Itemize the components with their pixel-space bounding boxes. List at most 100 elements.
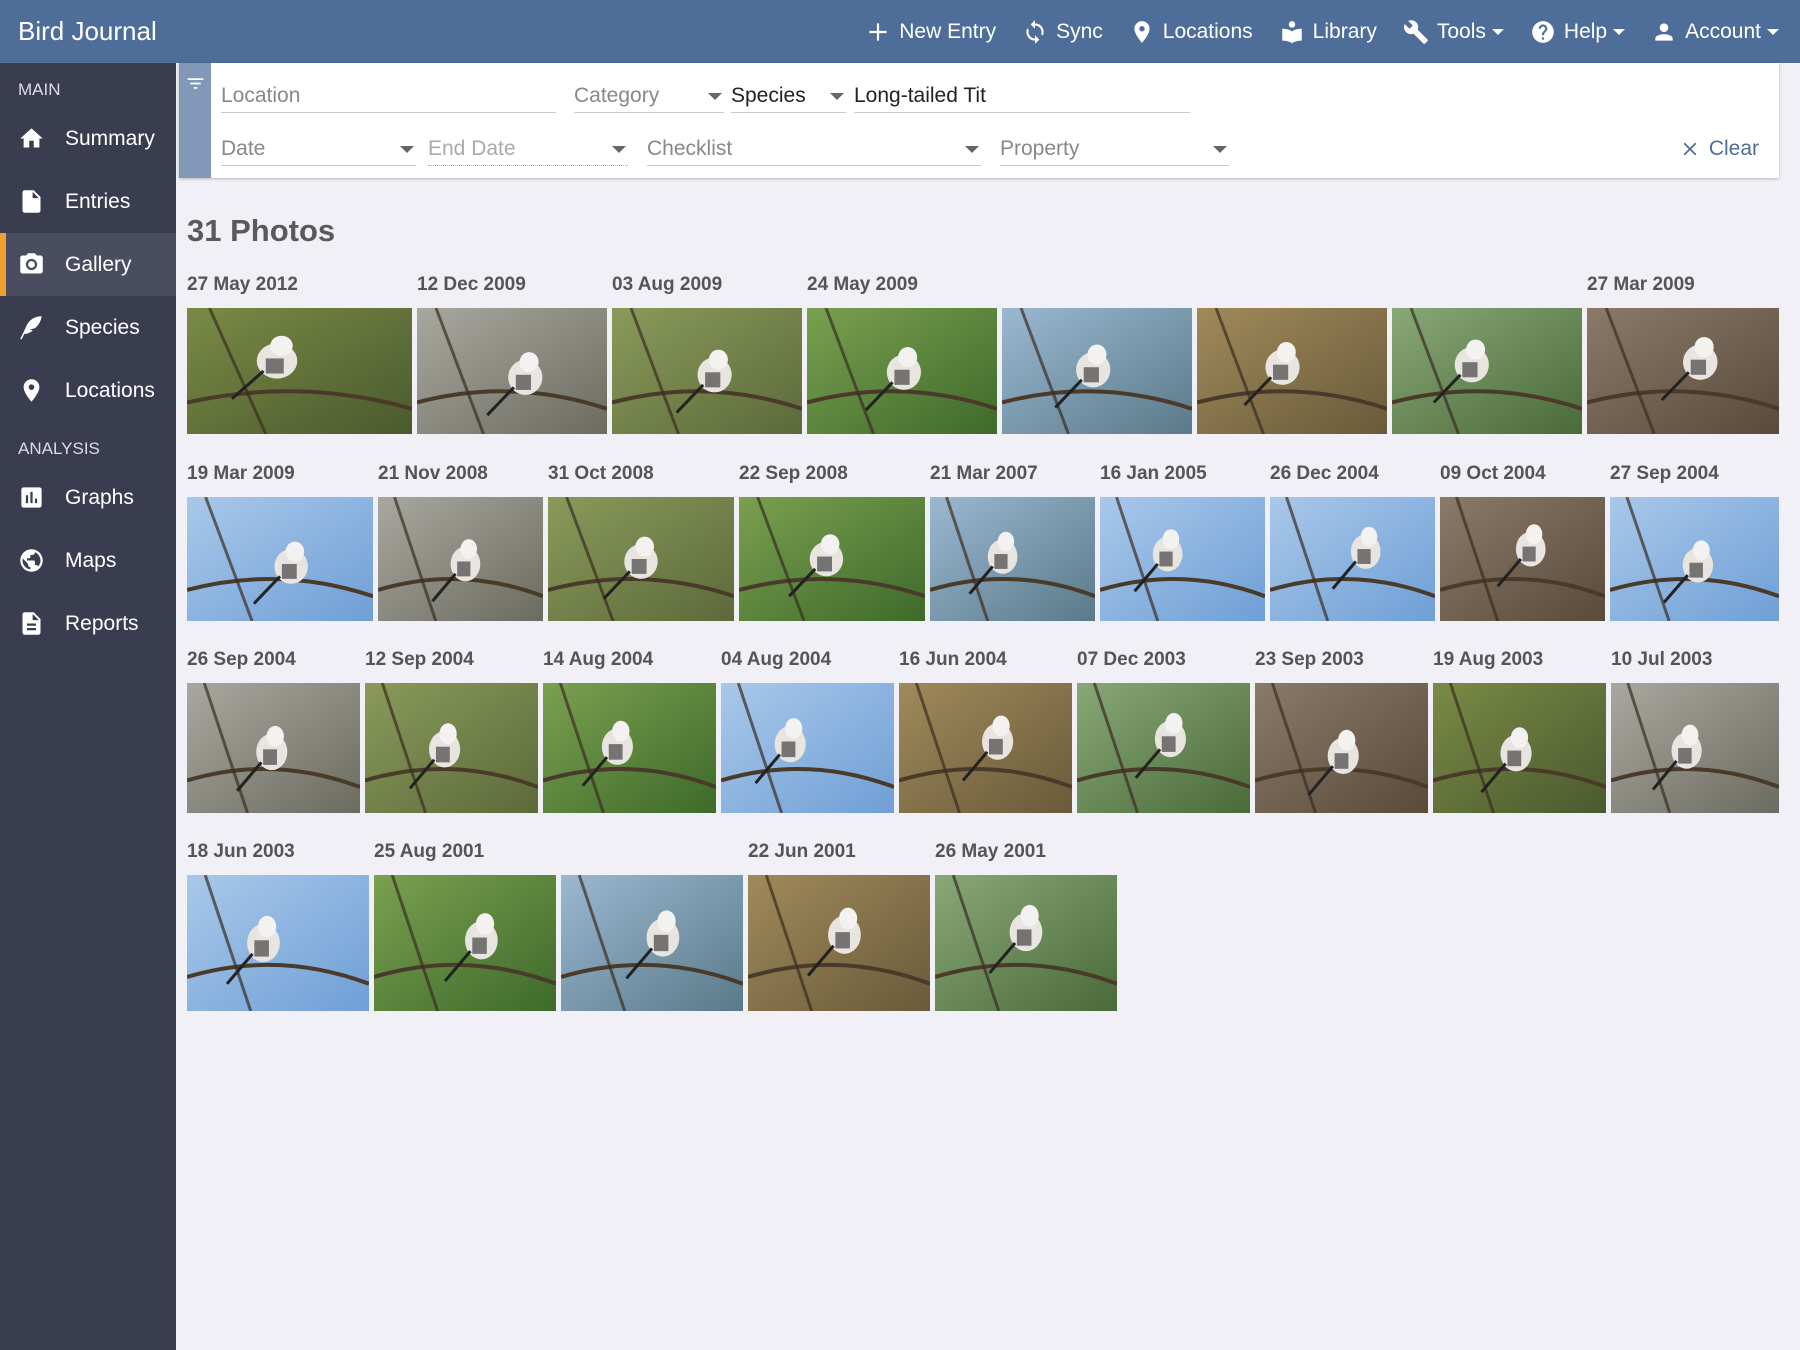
photo-cell: 14 Aug 2004 <box>543 649 716 813</box>
photo-thumbnail[interactable] <box>1610 497 1779 621</box>
photo-thumbnail[interactable] <box>1433 683 1606 813</box>
help-menu[interactable]: Help <box>1530 19 1626 45</box>
category-select[interactable]: Category <box>574 79 724 113</box>
tools-menu[interactable]: Tools <box>1403 19 1504 45</box>
bird-photo-icon <box>378 497 543 621</box>
bird-photo-icon <box>930 497 1095 621</box>
photo-thumbnail[interactable] <box>187 875 369 1011</box>
end-date-select[interactable]: End Date <box>428 132 628 166</box>
sidebar-item-entries[interactable]: Entries <box>0 170 176 233</box>
chevron-down-icon <box>1767 28 1779 35</box>
photo-row: 26 Sep 2004 12 Sep 2004 14 Aug 2004 04 Aug … <box>187 649 1779 813</box>
sidebar-item-locations[interactable]: Locations <box>0 359 176 422</box>
photo-thumbnail[interactable] <box>561 875 743 1011</box>
photo-cell: 26 May 2001 <box>935 841 1117 1011</box>
library-button[interactable]: Library <box>1279 19 1377 45</box>
photo-cell: 21 Mar 2007 <box>930 463 1095 621</box>
top-nav: New Entry Sync Locations Library Tools H… <box>852 0 1792 63</box>
photo-thumbnail[interactable] <box>1255 683 1428 813</box>
bird-photo-icon <box>1255 683 1428 813</box>
clear-label: Clear <box>1708 137 1759 160</box>
species-field[interactable]: Long-tailed Tit <box>854 79 1190 113</box>
app-title[interactable]: Bird Journal <box>18 0 157 63</box>
photo-thumbnail[interactable] <box>417 308 607 434</box>
bird-photo-icon <box>1197 308 1387 434</box>
sync-button[interactable]: Sync <box>1022 19 1103 45</box>
photo-thumbnail[interactable] <box>365 683 538 813</box>
photo-thumbnail[interactable] <box>899 683 1072 813</box>
date-select[interactable]: Date <box>221 132 416 166</box>
photo-thumbnail[interactable] <box>935 875 1117 1011</box>
photo-thumbnail[interactable] <box>1197 308 1387 434</box>
bird-photo-icon <box>374 875 556 1011</box>
filter-toggle[interactable] <box>179 63 211 178</box>
account-menu[interactable]: Account <box>1651 19 1779 45</box>
bird-photo-icon <box>561 875 743 1011</box>
species-type-select[interactable]: Species <box>731 79 846 113</box>
sidebar-item-reports[interactable]: Reports <box>0 592 176 655</box>
sidebar-item-graphs[interactable]: Graphs <box>0 466 176 529</box>
property-select[interactable]: Property <box>1000 132 1229 166</box>
photo-thumbnail[interactable] <box>807 308 997 434</box>
location-field[interactable]: Location <box>221 79 556 113</box>
photo-thumbnail[interactable] <box>1077 683 1250 813</box>
photo-cell: 09 Oct 2004 <box>1440 463 1605 621</box>
map-pin-icon <box>23 379 40 402</box>
photo-thumbnail[interactable] <box>1392 308 1582 434</box>
photo-thumbnail[interactable] <box>1002 308 1192 434</box>
photo-thumbnail[interactable] <box>1270 497 1435 621</box>
clear-filter-button[interactable]: Clear <box>1679 137 1759 161</box>
sidebar-item-species[interactable]: Species <box>0 296 176 359</box>
photo-date: 21 Mar 2007 <box>930 463 1038 484</box>
photo-date: 31 Oct 2008 <box>548 463 654 484</box>
photo-date: 04 Aug 2004 <box>721 649 832 670</box>
photo-date: 22 Jun 2001 <box>748 841 856 862</box>
locations-nav-button[interactable]: Locations <box>1129 19 1253 45</box>
wrench-icon <box>1403 19 1428 44</box>
photo-cell: 07 Dec 2003 <box>1077 649 1250 813</box>
photo-thumbnail[interactable] <box>1587 308 1779 434</box>
new-entry-label: New Entry <box>899 19 997 43</box>
library-icon <box>1281 20 1302 43</box>
photo-thumbnail[interactable] <box>1611 683 1779 813</box>
photo-date: 26 Dec 2004 <box>1270 463 1379 484</box>
photo-date: 16 Jun 2004 <box>899 649 1007 670</box>
photo-date: 16 Jan 2005 <box>1100 463 1207 484</box>
photo-thumbnail[interactable] <box>543 683 716 813</box>
sidebar-item-gallery[interactable]: Gallery <box>0 233 176 296</box>
bar-chart-icon <box>21 487 42 508</box>
photo-thumbnail[interactable] <box>739 497 925 621</box>
bird-photo-icon <box>1392 308 1582 434</box>
document-icon <box>22 190 41 213</box>
photo-thumbnail[interactable] <box>721 683 894 813</box>
locations-nav-label: Locations <box>1162 19 1253 43</box>
photo-thumbnail[interactable] <box>187 683 360 813</box>
bird-photo-icon <box>1002 308 1192 434</box>
photo-thumbnail[interactable] <box>612 308 802 434</box>
account-label: Account <box>1685 19 1761 43</box>
sidebar-item-summary[interactable]: Summary <box>0 107 176 170</box>
bird-photo-icon <box>1100 497 1265 621</box>
checklist-placeholder: Checklist <box>647 137 733 160</box>
photo-thumbnail[interactable] <box>378 497 543 621</box>
photo-thumbnail[interactable] <box>187 308 412 434</box>
bird-photo-icon <box>721 683 894 813</box>
photo-thumbnail[interactable] <box>1440 497 1605 621</box>
photo-thumbnail[interactable] <box>187 497 373 621</box>
photo-thumbnail[interactable] <box>930 497 1095 621</box>
sidebar-item-maps[interactable]: Maps <box>0 529 176 592</box>
help-label: Help <box>1563 19 1608 43</box>
photo-thumbnail[interactable] <box>1100 497 1265 621</box>
photo-count: 31 Photos <box>187 213 336 248</box>
bird-photo-icon <box>187 683 360 813</box>
checklist-select[interactable]: Checklist <box>647 132 981 166</box>
photo-date: 19 Mar 2009 <box>187 463 295 484</box>
new-entry-button[interactable]: New Entry <box>865 19 996 45</box>
bird-photo-icon <box>1077 683 1250 813</box>
photo-thumbnail[interactable] <box>748 875 930 1011</box>
bird-photo-icon <box>739 497 925 621</box>
photo-thumbnail[interactable] <box>374 875 556 1011</box>
photo-thumbnail[interactable] <box>548 497 734 621</box>
location-placeholder: Location <box>221 84 301 107</box>
bird-photo-icon <box>807 308 997 434</box>
